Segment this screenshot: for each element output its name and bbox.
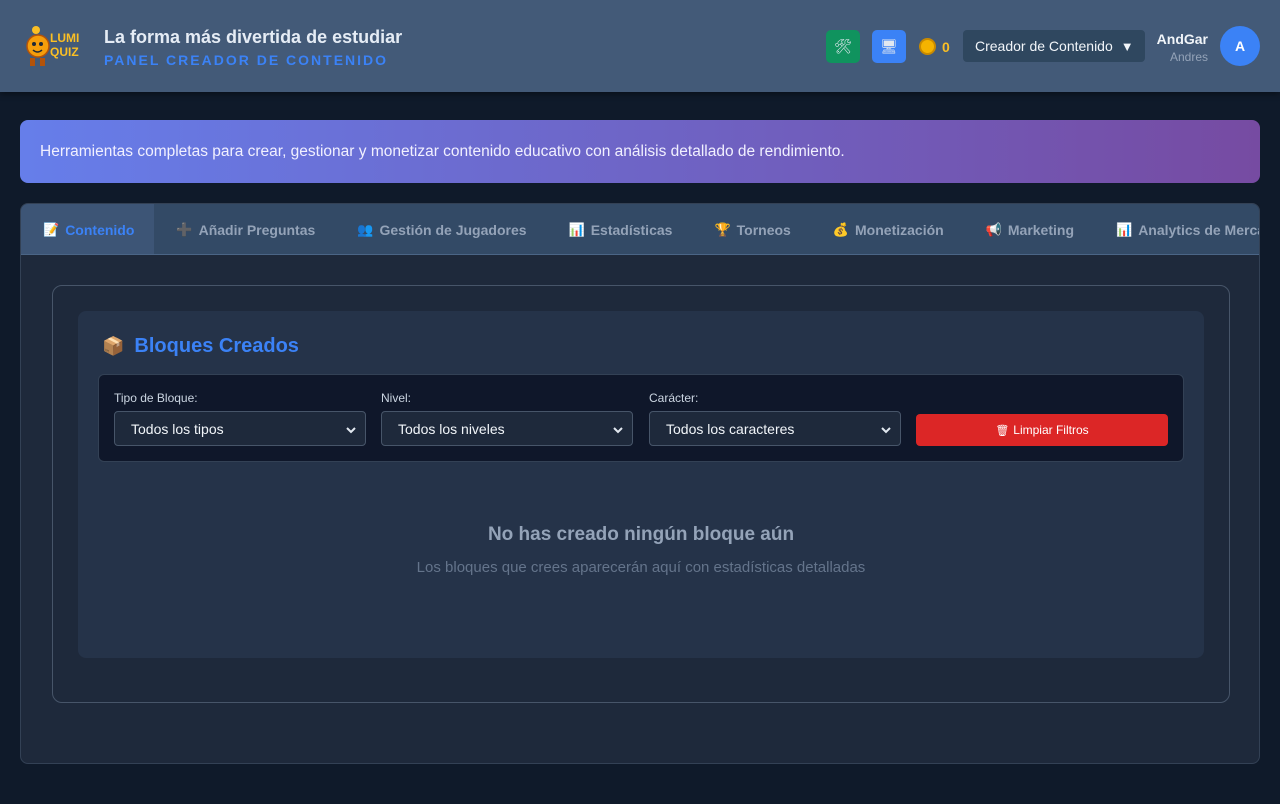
section-title: 📦 Bloques Creados xyxy=(102,335,299,358)
panel-subtitle: PANEL CREADOR DE CONTENIDO xyxy=(104,52,389,68)
level-filter-value: Todos los niveles xyxy=(398,420,505,437)
empty-state-subtitle: Los bloques que crees aparecerán aquí co… xyxy=(416,559,866,576)
tab-bar: 📝 Contenido ➕ Añadir Preguntas 👥 Gestión… xyxy=(21,204,1259,255)
character-filter-select[interactable]: Todos los caracteres xyxy=(649,411,901,446)
tab-label: Monetización xyxy=(855,221,944,238)
trophy-icon: 🏆 xyxy=(714,221,731,237)
clear-filters-label: Limpiar Filtros xyxy=(1013,423,1089,437)
empty-state-title: No has creado ningún bloque aún xyxy=(487,524,795,545)
bar-chart-icon: 📊 xyxy=(568,221,585,237)
type-filter-value: Todos los tipos xyxy=(131,420,224,437)
package-icon: 📦 xyxy=(102,336,125,356)
section-title-text: Bloques Creados xyxy=(134,335,299,357)
filter-bar: Tipo de Bloque: Todos los tipos Nivel: T… xyxy=(98,374,1184,462)
chevron-down-icon xyxy=(346,427,356,434)
tab-label: Gestión de Jugadores xyxy=(379,221,527,238)
content-container: 📦 Bloques Creados Tipo de Bloque: Todos … xyxy=(52,285,1230,703)
tab-marketing[interactable]: 📢 Marketing xyxy=(964,204,1094,254)
tab-torneos[interactable]: 🏆 Torneos xyxy=(692,204,810,254)
tab-anadir-preguntas[interactable]: ➕ Añadir Preguntas xyxy=(154,204,335,254)
creator-panel: 📝 Contenido ➕ Añadir Preguntas 👥 Gestión… xyxy=(20,203,1260,764)
svg-text:LUMI: LUMI xyxy=(50,31,79,45)
chevron-down-icon xyxy=(613,427,623,434)
banner-text: Herramientas completas para crear, gesti… xyxy=(40,142,845,160)
top-header: LUMI QUIZ La forma más divertida de estu… xyxy=(0,0,1280,92)
money-bag-icon: 💰 xyxy=(832,221,850,237)
chevron-down-icon: ▼ xyxy=(1120,38,1134,54)
tab-label: Añadir Preguntas xyxy=(198,221,316,238)
bar-chart-icon: 📊 xyxy=(1116,221,1133,237)
level-filter-select[interactable]: Todos los niveles xyxy=(381,411,633,446)
lumiquiz-logo[interactable]: LUMI QUIZ xyxy=(24,24,88,68)
role-label: Creador de Contenido xyxy=(975,38,1113,54)
coin-icon xyxy=(919,38,936,55)
megaphone-icon: 📢 xyxy=(985,221,1002,237)
tab-gestion-jugadores[interactable]: 👥 Gestión de Jugadores xyxy=(335,204,546,254)
users-icon: 👥 xyxy=(357,221,374,237)
plus-icon: ➕ xyxy=(176,221,193,237)
type-filter-select[interactable]: Todos los tipos xyxy=(114,411,366,446)
trash-icon: 🗑 xyxy=(995,424,1010,437)
coin-balance: 0 xyxy=(942,39,950,55)
chevron-down-icon xyxy=(881,427,891,434)
tab-label: Contenido xyxy=(65,221,135,238)
tools-icon: 🛠 xyxy=(834,38,852,54)
tab-label: Analytics de Mercado xyxy=(1138,221,1259,238)
tools-button[interactable]: 🛠 xyxy=(826,30,860,63)
role-dropdown[interactable]: Creador de Contenido ▼ xyxy=(963,30,1145,62)
tab-label: Torneos xyxy=(736,221,791,238)
svg-text:QUIZ: QUIZ xyxy=(50,45,79,59)
level-filter-label: Nivel: xyxy=(381,391,412,405)
document-icon: 📝 xyxy=(43,221,60,237)
tab-label: Marketing xyxy=(1007,221,1074,238)
user-real-name: Andres xyxy=(1169,50,1208,64)
clear-filters-button[interactable]: 🗑 Limpiar Filtros xyxy=(916,414,1168,446)
type-filter-label: Tipo de Bloque: xyxy=(114,391,198,405)
info-banner: Herramientas completas para crear, gesti… xyxy=(20,120,1260,183)
character-filter-label: Carácter: xyxy=(649,391,699,405)
blocks-card: 📦 Bloques Creados Tipo de Bloque: Todos … xyxy=(78,311,1204,658)
tab-label: Estadísticas xyxy=(590,221,673,238)
tab-monetizacion[interactable]: 💰 Monetización xyxy=(811,204,964,254)
character-filter-value: Todos los caracteres xyxy=(666,420,795,437)
tab-analytics-mercado[interactable]: 📊 Analytics de Mercado xyxy=(1094,204,1259,254)
app-tagline: La forma más divertida de estudiar xyxy=(104,27,403,47)
avatar[interactable]: A xyxy=(1220,26,1260,66)
tab-contenido[interactable]: 📝 Contenido xyxy=(21,204,155,254)
screen-icon: 🖥 xyxy=(880,38,898,54)
tab-estadisticas[interactable]: 📊 Estadísticas xyxy=(547,204,693,254)
screen-button[interactable]: 🖥 xyxy=(872,30,906,63)
user-name: AndGar xyxy=(1156,31,1208,47)
